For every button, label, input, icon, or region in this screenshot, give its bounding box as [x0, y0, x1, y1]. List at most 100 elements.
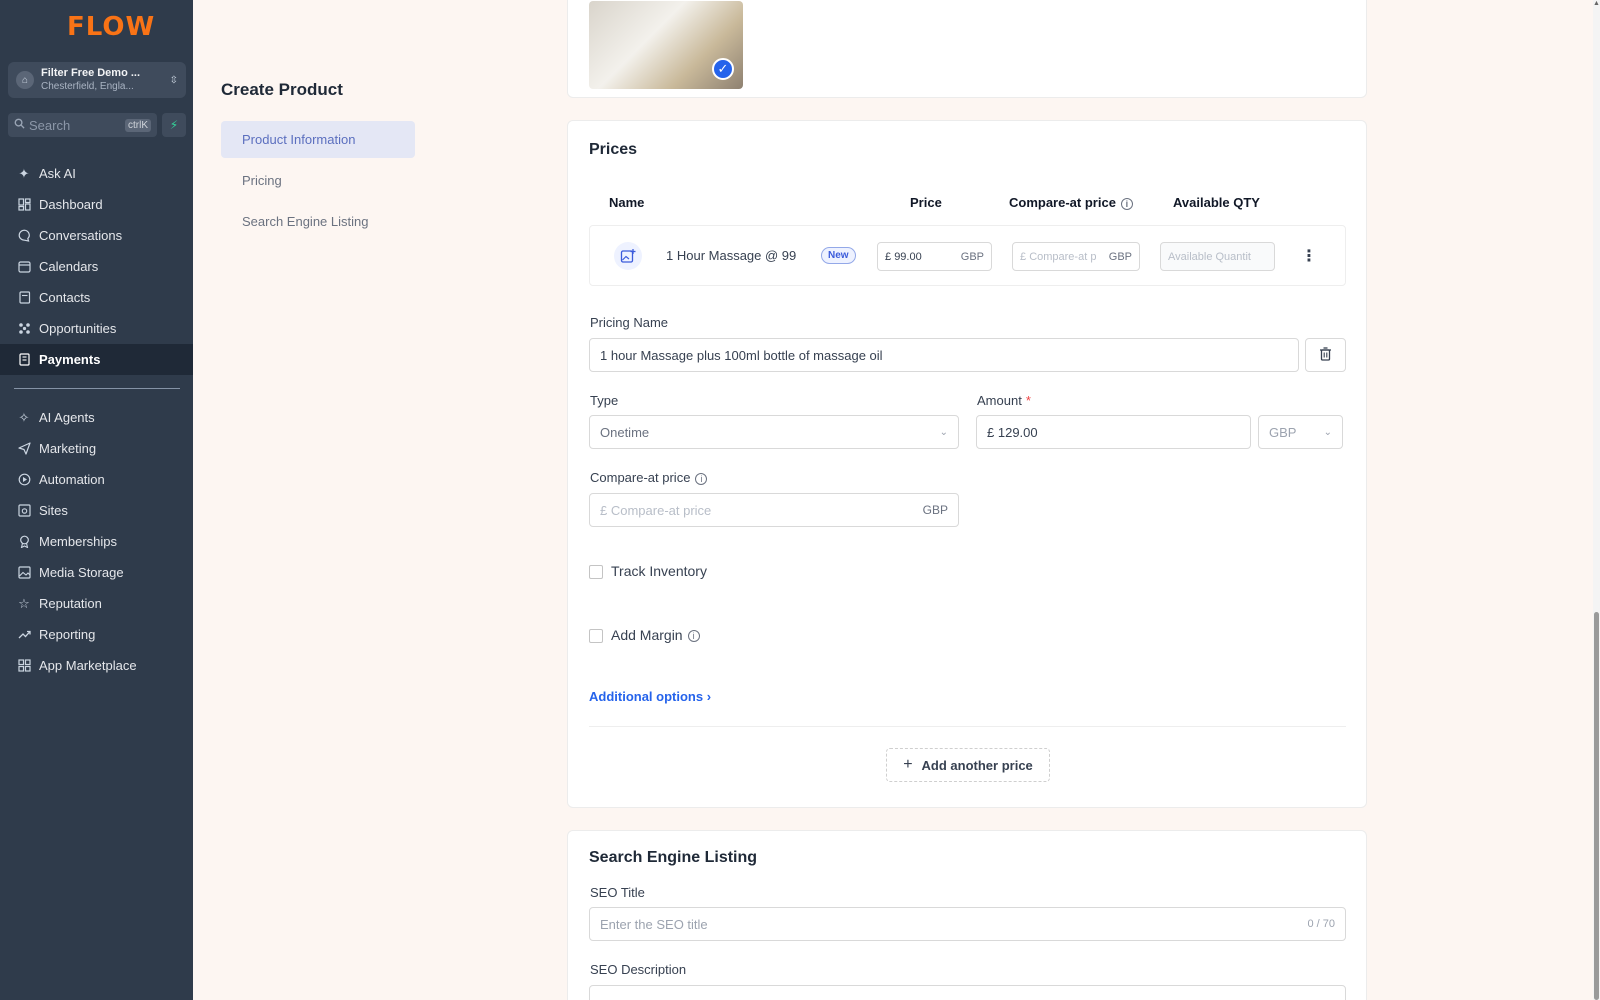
amount-label-text: Amount: [977, 393, 1022, 408]
award-icon: [16, 534, 32, 550]
bolt-icon: ⚡: [169, 118, 179, 132]
star-icon: ☆: [18, 595, 30, 611]
price-row[interactable]: 1 Hour Massage @ 99 New £ 99.00 GBP £ Co…: [589, 225, 1346, 286]
amount-currency: GBP: [1269, 424, 1297, 440]
section-nav-pricing[interactable]: Pricing: [221, 162, 415, 199]
plus-icon: +: [903, 756, 913, 773]
add-margin-checkbox[interactable]: [589, 629, 603, 643]
amount-prefix: £: [987, 424, 995, 440]
logo[interactable]: FLOW: [67, 12, 154, 52]
type-value: Onetime: [600, 424, 650, 440]
nav-item-marketing[interactable]: Marketing: [0, 433, 193, 464]
compare-input[interactable]: £ Compare-at price GBP: [589, 493, 959, 527]
add-another-price-button[interactable]: + Add another price: [886, 748, 1050, 782]
nav-top: ✦ Ask AI Dashboard Conversations Calendar…: [0, 158, 193, 375]
row-compare-placeholder: Compare-at p: [1029, 250, 1097, 263]
col-price: Price: [910, 195, 942, 210]
selected-check-icon: ✓: [712, 58, 734, 80]
nav-label: Media Storage: [39, 565, 124, 580]
nav-item-memberships[interactable]: Memberships: [0, 526, 193, 557]
seo-title-label: SEO Title: [590, 885, 645, 900]
chevron-down-icon: ⌄: [1323, 426, 1332, 438]
nav-label: Reporting: [39, 627, 96, 642]
nav-label: Automation: [39, 472, 105, 487]
nav-item-opportunities[interactable]: Opportunities: [0, 313, 193, 344]
nav-item-app-marketplace[interactable]: App Marketplace: [0, 650, 193, 681]
contacts-icon: [16, 290, 32, 306]
product-image[interactable]: ✓: [589, 1, 743, 89]
seo-title-counter: 0 / 70: [1307, 918, 1335, 930]
row-qty-input[interactable]: Available Quantit: [1160, 242, 1275, 271]
info-icon[interactable]: i: [1120, 197, 1133, 210]
nav-item-dashboard[interactable]: Dashboard: [0, 189, 193, 220]
seo-card: Search Engine Listing SEO Title Enter th…: [567, 830, 1367, 1000]
nav-label: Memberships: [39, 534, 118, 549]
row-compare-currency: GBP: [1108, 250, 1132, 263]
seo-title: Search Engine Listing: [589, 849, 758, 866]
account-switcher[interactable]: ⌂ Filter Free Demo ... Chesterfield, Eng…: [8, 62, 186, 98]
nav-item-calendars[interactable]: Calendars: [0, 251, 193, 282]
nav-item-ai-agents[interactable]: ✧ AI Agents: [0, 402, 193, 433]
nav-item-media-storage[interactable]: Media Storage: [0, 557, 193, 588]
row-price-input[interactable]: £ 99.00 GBP: [877, 242, 992, 271]
account-text: Filter Free Demo ... Chesterfield, Engla…: [41, 67, 170, 93]
new-badge: New: [821, 247, 856, 264]
compare-label-text: Compare-at price: [590, 470, 691, 485]
prices-title: Prices: [589, 141, 638, 158]
compare-label: Compare-at price i: [590, 470, 708, 485]
required-marker: *: [1025, 393, 1031, 408]
search-shortcut: ctrlK: [125, 118, 151, 132]
sidebar-divider: [14, 388, 180, 389]
section-nav: Product Information Pricing Search Engin…: [221, 121, 415, 244]
nav-item-automation[interactable]: Automation: [0, 464, 193, 495]
add-margin-label: Add Margin i: [611, 627, 700, 643]
section-divider: [589, 726, 1346, 727]
type-select[interactable]: Onetime ⌄: [589, 415, 959, 449]
compare-prefix: £: [600, 502, 608, 518]
add-image-icon[interactable]: [614, 242, 642, 270]
amount-label: Amount *: [977, 393, 1031, 408]
scroll-up-arrow-icon[interactable]: ▲: [1593, 0, 1600, 10]
section-nav-product-information[interactable]: Product Information: [221, 121, 415, 158]
compare-currency: GBP: [922, 503, 948, 517]
section-nav-search-engine-listing[interactable]: Search Engine Listing: [221, 203, 415, 240]
amount-currency-select[interactable]: GBP ⌄: [1258, 415, 1343, 449]
nav-label: Reputation: [39, 596, 102, 611]
type-label: Type: [590, 393, 619, 408]
seo-description-input[interactable]: [589, 985, 1346, 1000]
more-options-icon[interactable]: ⋮: [1301, 246, 1317, 266]
pricing-name-input[interactable]: 1 hour Massage plus 100ml bottle of mass…: [589, 338, 1299, 372]
nav-item-ask-ai[interactable]: ✦ Ask AI: [0, 158, 193, 189]
quick-action-button[interactable]: ⚡: [162, 113, 186, 137]
info-icon[interactable]: i: [687, 630, 700, 643]
nav-item-contacts[interactable]: Contacts: [0, 282, 193, 313]
seo-description-label: SEO Description: [590, 962, 687, 977]
row-qty-placeholder: Available Quantit: [1168, 250, 1251, 263]
nav-item-reputation[interactable]: ☆ Reputation: [0, 588, 193, 619]
nav-item-sites[interactable]: Sites: [0, 495, 193, 526]
nav-item-conversations[interactable]: Conversations: [0, 220, 193, 251]
additional-options-link[interactable]: Additional options ›: [589, 689, 711, 704]
seo-title-input[interactable]: Enter the SEO title 0 / 70: [589, 907, 1346, 941]
sparkle-icon: ✦: [18, 165, 30, 181]
search-input[interactable]: [29, 117, 125, 133]
nav-label: Conversations: [39, 228, 123, 243]
nav-item-payments[interactable]: Payments: [0, 344, 193, 375]
scrollbar-thumb[interactable]: [1594, 612, 1599, 1000]
row-compare-input[interactable]: £ Compare-at p GBP: [1012, 242, 1140, 271]
sites-icon: [16, 503, 32, 519]
nav-label: Contacts: [39, 290, 91, 305]
nav-item-reporting[interactable]: Reporting: [0, 619, 193, 650]
track-inventory-checkbox[interactable]: [589, 565, 603, 579]
info-icon[interactable]: i: [695, 472, 708, 485]
nav-label: Calendars: [39, 259, 99, 274]
search-box[interactable]: ctrlK: [8, 113, 157, 137]
delete-price-button[interactable]: [1305, 338, 1346, 372]
nav-label: Payments: [39, 352, 101, 367]
payments-icon: [16, 352, 32, 368]
sidebar: FLOW ⌂ Filter Free Demo ... Chesterfield…: [0, 0, 193, 1000]
col-compare-label: Compare-at price: [1009, 195, 1116, 210]
amount-input[interactable]: £ 129.00: [976, 415, 1251, 449]
prices-card: Prices Name Price Compare-at price i Avai…: [567, 120, 1367, 808]
nav-label: AI Agents: [39, 410, 95, 425]
